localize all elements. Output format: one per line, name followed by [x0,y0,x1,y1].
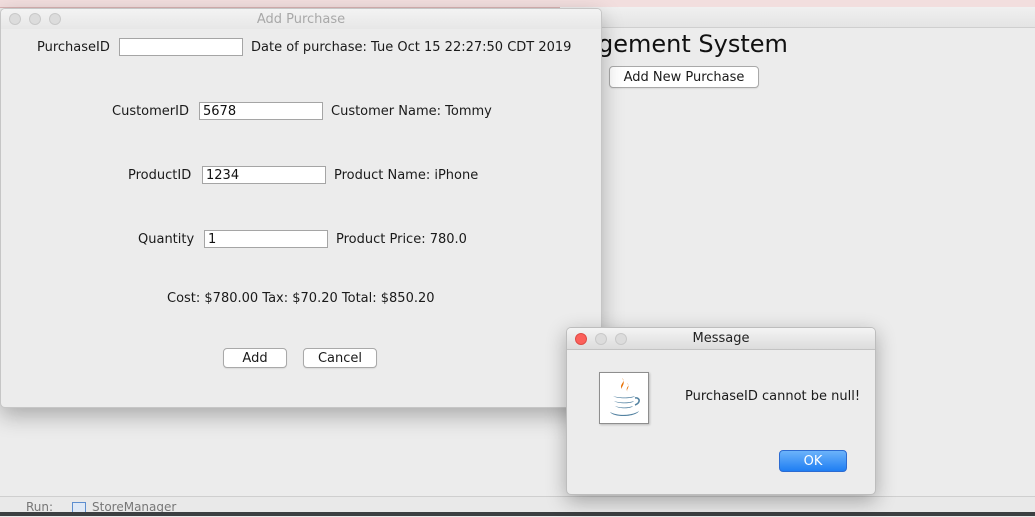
main-window-title: gement System [598,30,788,58]
ok-button[interactable]: OK [779,450,847,472]
cancel-button[interactable]: Cancel [303,348,377,368]
message-dialog: Message PurchaseID cannot be null! OK [566,327,876,495]
customer-id-label: CustomerID [112,104,189,119]
date-of-purchase-label: Date of purchase: Tue Oct 15 22:27:50 CD… [251,40,572,55]
product-price-label: Product Price: 780.0 [336,232,467,247]
message-titlebar[interactable]: Message [567,328,875,350]
customer-name-label: Customer Name: Tommy [331,104,492,119]
java-icon [599,372,649,424]
purchase-id-input[interactable] [119,38,243,56]
add-purchase-title: Add Purchase [256,12,346,27]
add-new-purchase-button[interactable]: Add New Purchase [609,66,759,88]
add-purchase-window: Add Purchase PurchaseID Date of purchase… [0,8,602,408]
customer-id-input[interactable] [199,102,323,120]
product-name-label: Product Name: iPhone [334,168,479,183]
ide-bottom-bar [0,512,1035,516]
purchase-id-label: PurchaseID [37,40,110,55]
add-purchase-titlebar[interactable]: Add Purchase [1,9,601,29]
message-text: PurchaseID cannot be null! [685,389,861,404]
cost-summary-label: Cost: $780.00 Tax: $70.20 Total: $850.20 [167,291,435,306]
product-id-input[interactable] [202,166,326,184]
quantity-label: Quantity [138,232,195,247]
message-title: Message [692,331,750,346]
quantity-input[interactable] [204,230,328,248]
product-id-label: ProductID [128,168,192,183]
main-window-titlebar [560,7,1035,28]
add-button[interactable]: Add [223,348,287,368]
